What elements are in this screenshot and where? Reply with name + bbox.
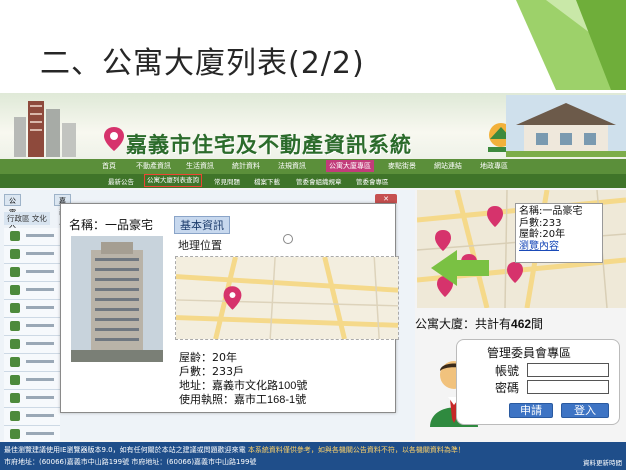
map-pin-logo-icon bbox=[104, 127, 124, 151]
password-input[interactable] bbox=[527, 380, 609, 394]
tab-apartment[interactable]: 公寓大廈 bbox=[4, 194, 21, 241]
table-row[interactable] bbox=[4, 246, 60, 264]
subnav-download[interactable]: 檔案下載 bbox=[254, 176, 280, 186]
edit-icon[interactable] bbox=[10, 357, 20, 367]
building-photo bbox=[71, 236, 163, 362]
table-row[interactable] bbox=[4, 264, 60, 282]
edit-icon[interactable] bbox=[10, 249, 20, 259]
callout-age: 屋齡:20年 bbox=[519, 229, 566, 240]
footer-notice: 最佳瀏覽建議使用IE瀏覽器版本9.0，如有任何關於本站之建議或問題歡迎來電 本系… bbox=[4, 446, 465, 454]
apartment-detail-popup: 名稱：一品豪宅 基本資訊 地理位置 屋齡：20年 戶數：233戶 地址：嘉義市文… bbox=[60, 203, 399, 413]
nav-apartment-zone[interactable]: 公寓大廈專區 bbox=[326, 160, 374, 172]
location-label: 地理位置 bbox=[178, 239, 222, 252]
slide-title: 二、公寓大廈列表(2/2) bbox=[40, 46, 365, 81]
table-row[interactable] bbox=[4, 372, 60, 390]
table-row[interactable] bbox=[4, 300, 60, 318]
nav-realestate[interactable]: 不動產資訊 bbox=[136, 161, 171, 171]
apartment-name: 名稱：一品豪宅 bbox=[69, 218, 154, 232]
edit-icon[interactable] bbox=[10, 339, 20, 349]
house-illustration bbox=[506, 95, 626, 157]
edit-icon[interactable] bbox=[10, 321, 20, 331]
table-row[interactable] bbox=[4, 318, 60, 336]
basic-info-tab[interactable]: 基本資訊 bbox=[174, 216, 230, 234]
edit-icon[interactable] bbox=[10, 375, 20, 385]
apartment-count: 公寓大廈：共計有462間 bbox=[415, 317, 544, 331]
nav-stats[interactable]: 統計資料 bbox=[232, 161, 260, 171]
district-filter-label: 行政區 文化 bbox=[4, 212, 50, 225]
nav-life[interactable]: 生活資訊 bbox=[186, 161, 214, 171]
table-row[interactable] bbox=[4, 282, 60, 300]
system-screenshot: 嘉義市住宅及不動產資訊系統 首頁 不動產資訊 生活資訊 統計資料 法規資訊 公寓… bbox=[0, 93, 626, 470]
edit-icon[interactable] bbox=[10, 411, 20, 421]
table-row[interactable] bbox=[4, 390, 60, 408]
edit-icon[interactable] bbox=[10, 393, 20, 403]
site-title: 嘉義市住宅及不動產資訊系統 bbox=[126, 133, 412, 157]
edit-icon[interactable] bbox=[10, 285, 20, 295]
password-label: 密碼 bbox=[495, 381, 520, 395]
callout-households: 戶數:233 bbox=[519, 217, 562, 229]
nav-land[interactable]: 地政專區 bbox=[480, 161, 508, 171]
nav-links[interactable]: 網站連結 bbox=[434, 161, 462, 171]
map-callout: 名稱:一品豪宅 戶數:233 屋齡:20年 瀏覽內容 bbox=[515, 203, 603, 263]
callout-name: 名稱:一品豪宅 bbox=[519, 206, 583, 217]
table-row[interactable] bbox=[4, 228, 60, 246]
table-row[interactable] bbox=[4, 354, 60, 372]
subnav-news[interactable]: 最新公告 bbox=[108, 176, 134, 186]
subnav-apartment-list[interactable]: 公寓大廈列表查詢 bbox=[144, 174, 202, 187]
subnav-rules[interactable]: 管委會組織規章 bbox=[296, 176, 342, 186]
location-map[interactable] bbox=[175, 256, 399, 340]
edit-icon[interactable] bbox=[10, 303, 20, 313]
committee-title: 管理委員會專區 bbox=[487, 346, 572, 360]
apply-button[interactable]: 申請 bbox=[509, 403, 553, 418]
nav-home[interactable]: 首頁 bbox=[102, 161, 116, 171]
apartment-info: 屋齡：20年 戶數：233戶 地址：嘉義市文化路100號 使用執照：嘉市工168… bbox=[179, 351, 307, 407]
table-row[interactable] bbox=[4, 408, 60, 426]
login-button[interactable]: 登入 bbox=[561, 403, 609, 418]
account-input[interactable] bbox=[527, 363, 609, 377]
apartment-table bbox=[4, 228, 60, 444]
edit-icon[interactable] bbox=[10, 429, 20, 439]
edit-icon[interactable] bbox=[10, 231, 20, 241]
view-content-link[interactable]: 瀏覽內容 bbox=[519, 241, 599, 253]
management-committee-panel: 管理委員會專區 帳號 密碼 申請 登入 bbox=[456, 339, 620, 425]
account-label: 帳號 bbox=[495, 364, 520, 378]
nav-law[interactable]: 法規資訊 bbox=[278, 161, 306, 171]
apartment-address: 地址：嘉義市文化路100號 bbox=[179, 379, 308, 392]
rotate-handle bbox=[283, 234, 293, 244]
site-footer: 最佳瀏覽建議使用IE瀏覽器版本9.0，如有任何關於本站之建議或問題歡迎來電 本系… bbox=[0, 442, 626, 470]
footer-update-time: 資料更新時間 bbox=[583, 459, 622, 467]
main-nav: 首頁 不動產資訊 生活資訊 統計資料 法規資訊 公寓大廈專區 麥點街景 網站連結… bbox=[0, 159, 626, 174]
nav-streetview[interactable]: 麥點街景 bbox=[388, 161, 416, 171]
subnav-committee[interactable]: 管委會專區 bbox=[356, 176, 389, 186]
footer-address: 市府地址：(60066)嘉義市中山路199號 市府地址：(60066)嘉義市中山… bbox=[4, 458, 257, 466]
sub-nav: 最新公告 公寓大廈列表查詢 常見問題 檔案下載 管委會組織規章 管委會專區 bbox=[0, 174, 626, 188]
apartment-license: 使用執照：嘉市工168-1號 bbox=[179, 393, 307, 406]
table-row[interactable] bbox=[4, 336, 60, 354]
buildings-illustration bbox=[14, 101, 76, 157]
slide-corner-decoration bbox=[516, 0, 626, 90]
apartment-age: 屋齡：20年 bbox=[179, 351, 237, 364]
edit-icon[interactable] bbox=[10, 267, 20, 277]
subnav-faq[interactable]: 常見問題 bbox=[214, 176, 240, 186]
site-header: 嘉義市住宅及不動產資訊系統 bbox=[0, 93, 626, 159]
apartment-households: 戶數：233戶 bbox=[179, 365, 244, 378]
